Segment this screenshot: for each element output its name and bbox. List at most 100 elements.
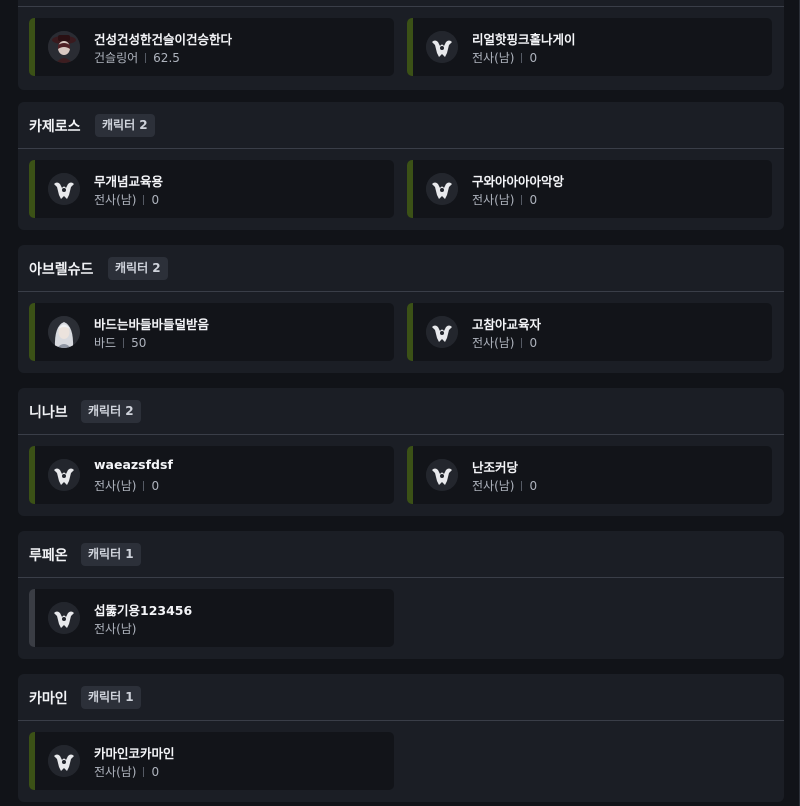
server-name: 아브렐슈드 [29, 262, 94, 278]
character-count-badge: 캐릭터 2 [81, 400, 141, 423]
card-accent-bar [407, 18, 413, 76]
meta-separator [123, 338, 125, 348]
server-group: 카마인 캐릭터 1 카마인코카마인 전사(남) 0 [18, 674, 784, 802]
character-card[interactable]: 구와아아아아악앙 전사(남) 0 [407, 160, 772, 218]
warrior-emblem-icon [48, 602, 80, 634]
character-class: 전사(남) [472, 479, 515, 493]
character-card[interactable]: waeazsfdsf 전사(남) 0 [29, 446, 394, 504]
meta-separator [143, 767, 145, 777]
card-accent-bar [29, 446, 35, 504]
meta-separator [521, 338, 523, 348]
character-level: 0 [529, 479, 538, 493]
character-name: 고참아교육자 [472, 317, 542, 332]
server-group: 카제로스 캐릭터 2 무개념교육용 전사(남) 0 구와아아아아악앙 전사(남) 0 [18, 102, 784, 230]
character-class: 건슬링어 [94, 51, 139, 65]
character-level: 0 [529, 336, 538, 350]
meta-separator [143, 481, 145, 491]
card-accent-bar [29, 589, 35, 647]
character-meta: 전사(남) 0 [94, 477, 159, 494]
character-class: 전사(남) [94, 479, 137, 493]
character-meta: 전사(남) 0 [472, 49, 537, 66]
character-card[interactable]: 건성건성한건슬이건승한다 건슬링어 62.5 [29, 18, 394, 76]
character-name: 바드는바들바들덜받음 [94, 317, 210, 332]
character-meta: 전사(남) [94, 620, 136, 637]
character-level: 50 [131, 336, 147, 350]
meta-separator [143, 195, 145, 205]
character-count-badge: 캐릭터 1 [81, 543, 141, 566]
character-card[interactable]: 리얼핫핑크홀나게이 전사(남) 0 [407, 18, 772, 76]
warrior-emblem-icon [426, 31, 458, 63]
server-name: 니나브 [29, 405, 68, 421]
character-meta: 전사(남) 0 [472, 477, 537, 494]
character-meta: 전사(남) 0 [94, 763, 159, 780]
warrior-emblem-icon [48, 745, 80, 777]
meta-separator [521, 481, 523, 491]
server-name: 루페온 [29, 548, 68, 564]
character-meta: 전사(남) 0 [94, 191, 159, 208]
card-accent-bar [407, 446, 413, 504]
character-level: 0 [151, 193, 160, 207]
server-name: 카제로스 [29, 119, 81, 135]
character-count-badge: 캐릭터 2 [108, 257, 168, 280]
server-group-top: 건성건성한건슬이건승한다 건슬링어 62.5 리얼핫핑크홀나게이 전사(남) 0 [18, 0, 784, 90]
character-card[interactable]: 난조커당 전사(남) 0 [407, 446, 772, 504]
character-class: 전사(남) [472, 51, 515, 65]
warrior-emblem-icon [426, 173, 458, 205]
character-card[interactable]: 고참아교육자 전사(남) 0 [407, 303, 772, 361]
server-group-header: 아브렐슈드 캐릭터 2 [18, 245, 784, 292]
character-level: 0 [529, 193, 538, 207]
character-class: 전사(남) [472, 336, 515, 350]
bard-portrait-icon [48, 316, 80, 348]
character-class: 전사(남) [94, 765, 137, 779]
gunslinger-portrait-icon [48, 31, 80, 63]
character-class: 바드 [94, 336, 117, 350]
server-group: 루페온 캐릭터 1 섭뚫기용123456 전사(남) [18, 531, 784, 659]
character-level: 0 [151, 765, 160, 779]
card-accent-bar [29, 160, 35, 218]
warrior-emblem-icon [426, 316, 458, 348]
meta-separator [145, 53, 147, 63]
server-name: 카마인 [29, 691, 68, 707]
card-accent-bar [407, 160, 413, 218]
character-meta: 건슬링어 62.5 [94, 49, 180, 66]
card-accent-bar [407, 303, 413, 361]
server-group: 니나브 캐릭터 2 waeazsfdsf 전사(남) 0 난조커당 전사(남) 0 [18, 388, 784, 516]
character-name: 무개념교육용 [94, 174, 164, 189]
character-level: 0 [151, 479, 160, 493]
character-level: 62.5 [153, 51, 180, 65]
character-meta: 전사(남) 0 [472, 191, 537, 208]
warrior-emblem-icon [48, 459, 80, 491]
card-accent-bar [29, 18, 35, 76]
character-name: 섭뚫기용123456 [94, 603, 193, 618]
character-card[interactable]: 바드는바들바들덜받음 바드 50 [29, 303, 394, 361]
character-count-badge: 캐릭터 1 [81, 686, 141, 709]
warrior-emblem-icon [48, 173, 80, 205]
meta-separator [521, 53, 523, 63]
server-group-header: 니나브 캐릭터 2 [18, 388, 784, 435]
server-group-header: 루페온 캐릭터 1 [18, 531, 784, 578]
server-group-header: 카마인 캐릭터 1 [18, 674, 784, 721]
character-count-badge: 캐릭터 2 [95, 114, 155, 137]
character-meta: 바드 50 [94, 334, 146, 351]
character-name: waeazsfdsf [94, 457, 173, 472]
warrior-emblem-icon [426, 459, 458, 491]
character-name: 구와아아아아악앙 [472, 174, 565, 189]
card-accent-bar [29, 732, 35, 790]
character-class: 전사(남) [472, 193, 515, 207]
character-name: 난조커당 [472, 460, 519, 475]
card-accent-bar [29, 303, 35, 361]
character-name: 리얼핫핑크홀나게이 [472, 32, 576, 47]
character-meta: 전사(남) 0 [472, 334, 537, 351]
character-card[interactable]: 무개념교육용 전사(남) 0 [29, 160, 394, 218]
character-level: 0 [529, 51, 538, 65]
character-class: 전사(남) [94, 193, 137, 207]
meta-separator [521, 195, 523, 205]
character-card[interactable]: 섭뚫기용123456 전사(남) [29, 589, 394, 647]
character-card[interactable]: 카마인코카마인 전사(남) 0 [29, 732, 394, 790]
server-group-header: 카제로스 캐릭터 2 [18, 102, 784, 149]
group-divider [18, 6, 784, 7]
character-name: 건성건성한건슬이건승한다 [94, 32, 233, 47]
server-group: 아브렐슈드 캐릭터 2 바드는바들바들덜받음 바드 50 고참아교육자 전사(남)… [18, 245, 784, 373]
character-class: 전사(남) [94, 622, 137, 636]
character-name: 카마인코카마인 [94, 746, 175, 761]
